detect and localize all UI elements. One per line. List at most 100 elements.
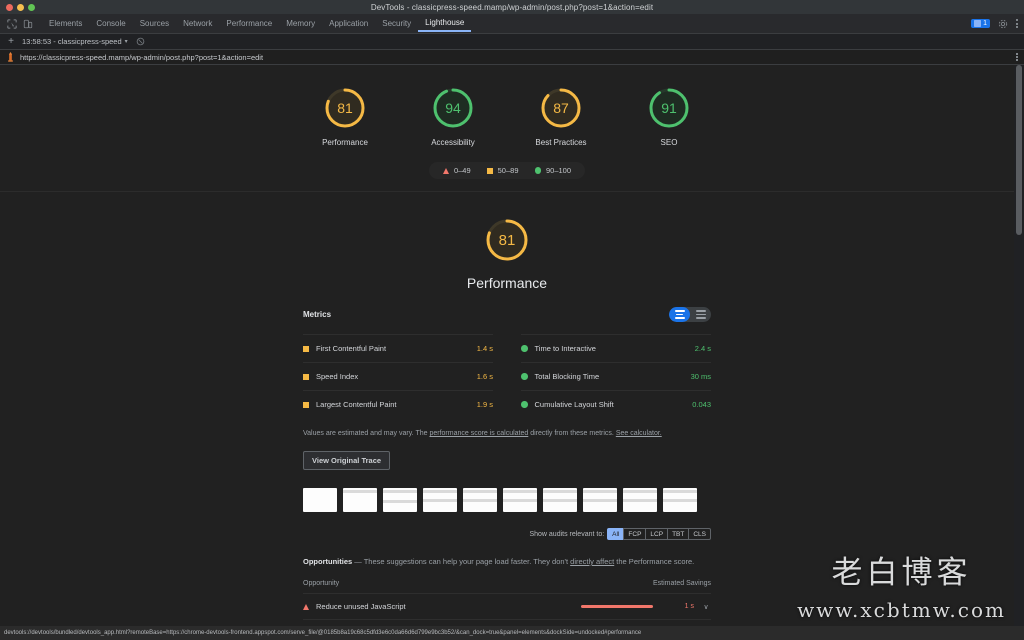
devtools-tab-console[interactable]: Console xyxy=(89,17,132,30)
legend-pass-range: 90–100 xyxy=(546,166,571,175)
gauge-best-practices-ring: 87 xyxy=(538,85,584,131)
filmstrip-frame[interactable] xyxy=(623,488,657,512)
metric-row-cls[interactable]: Cumulative Layout Shift 0.043 xyxy=(521,390,711,418)
window-title: DevTools - classicpress-speed.mamp/wp-ad… xyxy=(0,3,1024,12)
metrics-note: Values are estimated and may vary. The p… xyxy=(303,428,711,439)
metrics-grid: First Contentful Paint 1.4 s Time to Int… xyxy=(303,334,711,418)
lighthouse-icon xyxy=(6,52,15,62)
report-scrollbar-thumb[interactable] xyxy=(1016,65,1022,235)
metric-name: First Contentful Paint xyxy=(316,344,470,353)
inspect-element-icon[interactable] xyxy=(4,16,20,32)
legend-item-pass: 90–100 xyxy=(535,166,572,175)
gauge-performance-score: 81 xyxy=(322,85,368,131)
metric-value: 1.9 s xyxy=(477,400,493,409)
legend-item-average: 50–89 xyxy=(487,166,519,175)
metric-row-speed-index[interactable]: Speed Index 1.6 s xyxy=(303,362,493,390)
metric-row-tti[interactable]: Time to Interactive 2.4 s xyxy=(521,334,711,362)
metrics-note-before: Values are estimated and may vary. The xyxy=(303,430,429,437)
chip-tbt[interactable]: TBT xyxy=(667,528,689,540)
lighthouse-report: 81 Performance 94 Accessibility xyxy=(0,65,1014,626)
audit-relevance-filter: Show audits relevant to: All FCP LCP TBT… xyxy=(303,528,711,540)
devtools-tab-application[interactable]: Application xyxy=(322,17,375,30)
report-scrollbar[interactable] xyxy=(1014,65,1024,626)
metric-row-lcp[interactable]: Largest Contentful Paint 1.9 s xyxy=(303,390,493,418)
opportunities-column-header: Opportunity Estimated Savings xyxy=(303,580,711,593)
report-more-menu-icon[interactable] xyxy=(1016,53,1018,61)
metrics-view-toggle[interactable] xyxy=(669,307,711,322)
chip-cls[interactable]: CLS xyxy=(688,528,711,540)
legend-fail-range: 0–49 xyxy=(454,166,471,175)
filmstrip-frame[interactable] xyxy=(343,488,377,512)
see-calculator-link[interactable]: See calculator. xyxy=(616,430,662,437)
report-url: https://classicpress-speed.mamp/wp-admin… xyxy=(20,53,263,62)
gauge-best-practices[interactable]: 87 Best Practices xyxy=(522,85,600,148)
issues-badge[interactable]: 1 xyxy=(971,19,990,28)
devtools-tab-memory[interactable]: Memory xyxy=(279,17,322,30)
metric-row-tbt[interactable]: Total Blocking Time 30 ms xyxy=(521,362,711,390)
metric-row-fcp[interactable]: First Contentful Paint 1.4 s xyxy=(303,334,493,362)
metric-name: Largest Contentful Paint xyxy=(316,400,470,409)
chip-all[interactable]: All xyxy=(607,528,624,540)
gauge-accessibility-ring: 94 xyxy=(430,85,476,131)
legend-average-range: 50–89 xyxy=(498,166,519,175)
filmstrip-frame[interactable] xyxy=(583,488,617,512)
chevron-down-icon[interactable]: ∨ xyxy=(701,603,711,611)
device-toolbar-icon[interactable] xyxy=(20,16,36,32)
legend-item-fail: 0–49 xyxy=(443,166,471,175)
devtools-toolbar: Elements Console Sources Network Perform… xyxy=(0,14,1024,34)
chip-lcp[interactable]: LCP xyxy=(645,528,668,540)
report-content-column: Metrics First Contentful Paint 1.4 s Tim… xyxy=(303,307,711,626)
view-original-trace-button[interactable]: View Original Trace xyxy=(303,451,390,470)
performance-gauge-score: 81 xyxy=(483,216,531,264)
gauge-seo[interactable]: 91 SEO xyxy=(630,85,708,148)
opportunities-dash: — xyxy=(354,557,362,566)
filmstrip-frame[interactable] xyxy=(303,488,337,512)
performance-category-header: 81 Performance xyxy=(0,192,1014,307)
directly-affect-link[interactable]: directly affect xyxy=(570,557,614,566)
square-icon xyxy=(487,168,493,174)
performance-score-calculated-link[interactable]: performance score is calculated xyxy=(429,430,528,437)
filmstrip-frame[interactable] xyxy=(383,488,417,512)
window-titlebar: DevTools - classicpress-speed.mamp/wp-ad… xyxy=(0,0,1024,14)
chip-fcp[interactable]: FCP xyxy=(623,528,646,540)
devtools-more-menu-icon[interactable] xyxy=(1016,19,1018,28)
gauge-accessibility[interactable]: 94 Accessibility xyxy=(414,85,492,148)
devtools-tab-performance[interactable]: Performance xyxy=(219,17,279,30)
filmstrip-frame[interactable] xyxy=(543,488,577,512)
filmstrip-frame[interactable] xyxy=(503,488,537,512)
triangle-icon xyxy=(303,604,309,610)
opportunity-row[interactable]: Eliminate render-blocking resources 0.91… xyxy=(303,619,711,626)
circle-icon xyxy=(521,373,528,380)
report-url-bar: https://classicpress-speed.mamp/wp-admin… xyxy=(0,50,1024,65)
devtools-tab-sources[interactable]: Sources xyxy=(133,17,176,30)
metric-value: 0.043 xyxy=(692,400,711,409)
filmstrip-frame[interactable] xyxy=(423,488,457,512)
audit-relevance-label: Show audits relevant to: xyxy=(529,531,604,538)
new-report-button[interactable]: + xyxy=(4,36,18,47)
metrics-toggle-description-icon[interactable] xyxy=(669,307,690,322)
devtools-tab-lighthouse[interactable]: Lighthouse xyxy=(418,16,471,32)
gauge-performance[interactable]: 81 Performance xyxy=(306,85,384,148)
report-tab-selector[interactable]: 13:58:53 - classicpress-speed ▾ xyxy=(22,37,128,46)
report-tab-label: 13:58:53 - classicpress-speed xyxy=(22,37,122,46)
metrics-note-middle: directly from these metrics. xyxy=(528,430,616,437)
filmstrip-frame[interactable] xyxy=(463,488,497,512)
issues-count: 1 xyxy=(983,20,987,27)
metrics-toggle-list-icon[interactable] xyxy=(690,307,711,322)
gauge-accessibility-score: 94 xyxy=(430,85,476,131)
opportunity-row[interactable]: Reduce unused JavaScript 1 s ∨ xyxy=(303,593,711,619)
filmstrip-frame[interactable] xyxy=(663,488,697,512)
audit-relevance-chips: All FCP LCP TBT CLS xyxy=(608,528,711,540)
devtools-tab-security[interactable]: Security xyxy=(375,17,418,30)
clear-reports-icon[interactable] xyxy=(136,33,145,51)
filmstrip xyxy=(303,488,711,512)
issues-icon xyxy=(974,20,981,27)
chevron-down-icon[interactable]: ▾ xyxy=(125,38,128,45)
metric-name: Total Blocking Time xyxy=(535,372,684,381)
gauge-performance-ring: 81 xyxy=(322,85,368,131)
devtools-tab-elements[interactable]: Elements xyxy=(42,17,89,30)
performance-category-title: Performance xyxy=(467,275,547,291)
gear-icon[interactable] xyxy=(995,16,1011,32)
metric-value: 2.4 s xyxy=(695,344,711,353)
devtools-tab-network[interactable]: Network xyxy=(176,17,219,30)
